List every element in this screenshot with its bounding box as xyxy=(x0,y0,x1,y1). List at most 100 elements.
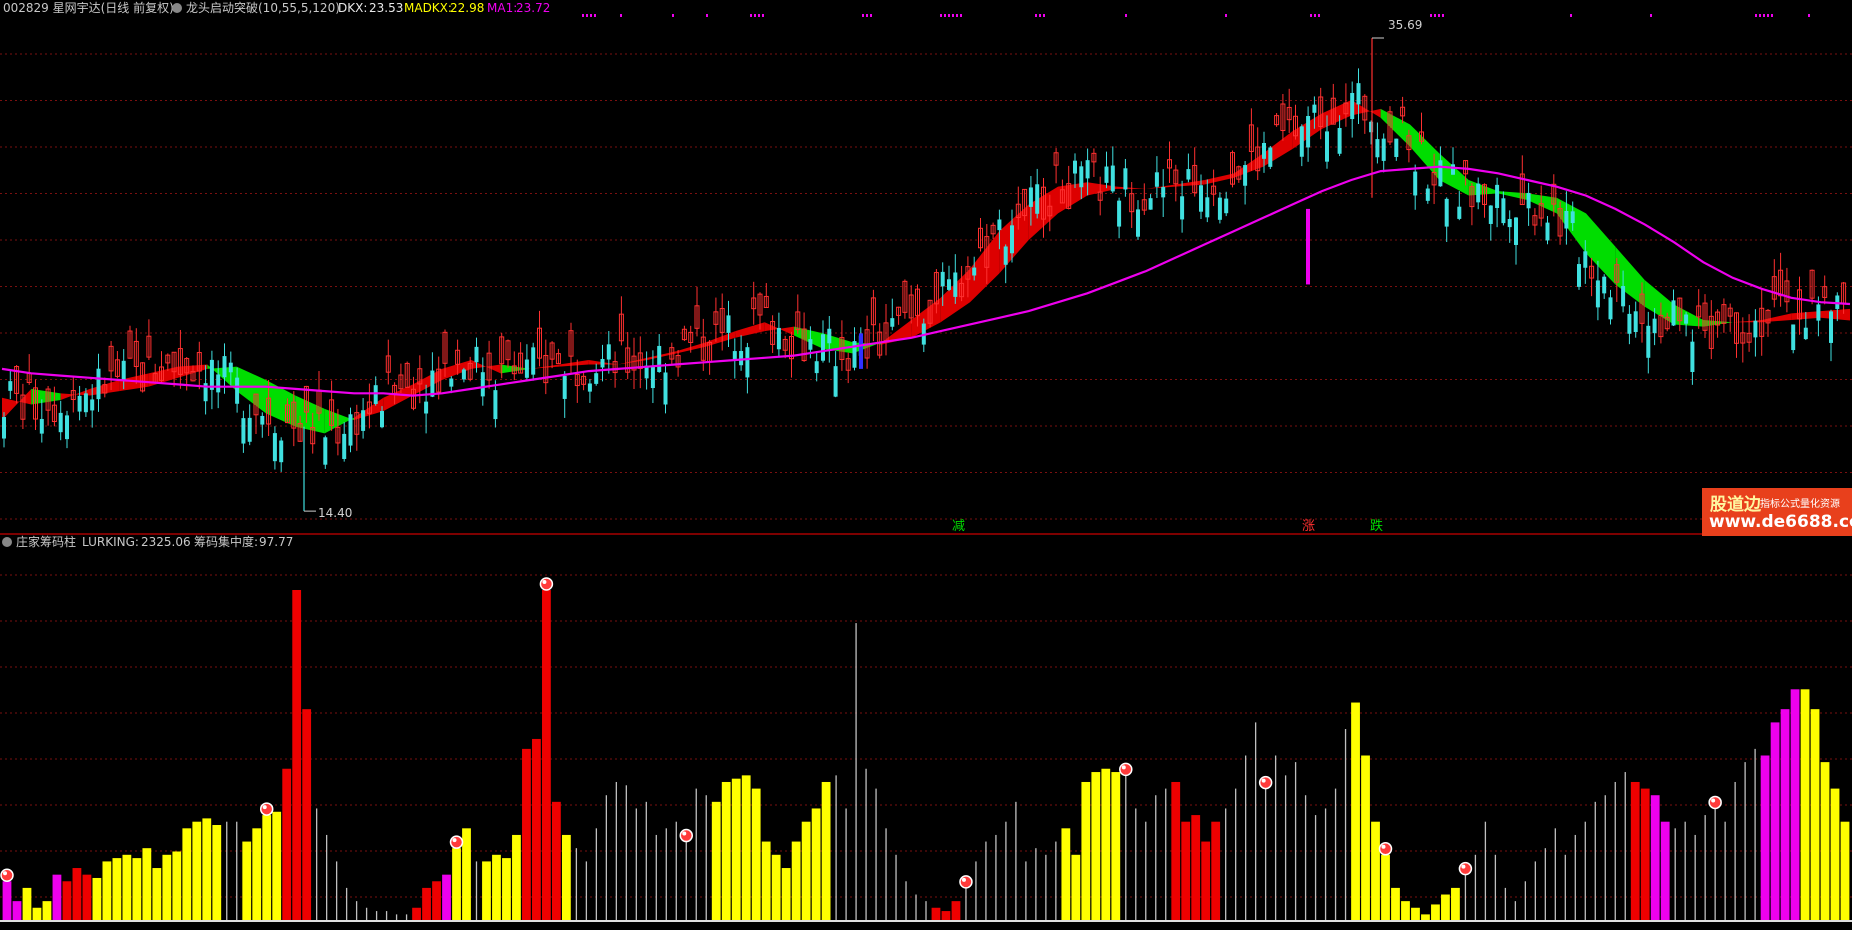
candle-body xyxy=(1425,188,1430,201)
band-segment xyxy=(1322,100,1352,129)
candle-body xyxy=(8,381,13,391)
chip-bar xyxy=(995,834,997,921)
candle-body xyxy=(1488,205,1493,224)
candle-body xyxy=(247,417,252,442)
candle-body xyxy=(821,334,825,361)
chip-bar xyxy=(1684,821,1686,921)
candle-body xyxy=(1652,318,1657,334)
chip-bar xyxy=(751,788,761,921)
candle-body xyxy=(1356,83,1361,105)
signal-dot xyxy=(1318,14,1320,17)
chip-bar xyxy=(1171,781,1181,921)
chip-bar xyxy=(452,848,461,921)
chip-bar xyxy=(685,841,687,921)
chip-bar xyxy=(1101,768,1111,921)
chip-bar xyxy=(1324,808,1327,921)
chip-bar xyxy=(192,821,202,921)
signal-dot xyxy=(1650,14,1652,17)
chip-bar xyxy=(72,868,82,921)
chip-bar xyxy=(335,861,338,921)
signal-candle-blue xyxy=(859,333,863,369)
chip-bar xyxy=(1494,854,1497,921)
chip-marker-shine xyxy=(262,805,267,810)
chip-bar xyxy=(242,841,252,921)
signal-mark-1: 减 xyxy=(952,519,965,534)
chip-bar xyxy=(1145,821,1147,921)
chip-marker-shine xyxy=(682,831,687,836)
chip-marker xyxy=(1378,842,1393,856)
chip-bar xyxy=(432,881,441,921)
chip-bar xyxy=(422,887,431,921)
chip-bar xyxy=(1025,861,1027,921)
chip-bar xyxy=(875,788,877,921)
candle-body xyxy=(947,279,951,290)
candle-body xyxy=(449,378,454,387)
chip-bar xyxy=(236,821,238,921)
signal-dot xyxy=(594,14,596,17)
candle-body xyxy=(1299,126,1304,157)
band-segment xyxy=(1586,213,1616,285)
candle-body xyxy=(1154,172,1159,187)
chip-bar xyxy=(1391,887,1400,921)
chip-bar xyxy=(122,854,132,921)
chip-bar xyxy=(645,801,647,921)
candle-body xyxy=(650,366,655,389)
candle-body xyxy=(1312,104,1317,113)
chip-bar xyxy=(561,834,571,921)
chip-bar xyxy=(905,881,907,921)
chip-bar xyxy=(811,808,821,921)
candle-body xyxy=(1243,165,1248,186)
signal-dot xyxy=(944,14,946,17)
chip-bar xyxy=(1714,808,1716,921)
chip-bar xyxy=(731,778,741,921)
chip-bar xyxy=(1401,901,1410,921)
candle-body xyxy=(1646,325,1651,358)
candle-body xyxy=(1803,327,1808,340)
candle-body xyxy=(1495,184,1500,209)
chip-bar xyxy=(102,861,112,921)
chip-bar xyxy=(615,781,617,921)
chip-bar xyxy=(965,887,967,921)
chip-bar xyxy=(1770,722,1780,921)
chip-bar xyxy=(1780,709,1790,921)
lower-indicator-toggle-icon[interactable] xyxy=(2,537,12,547)
candle-body xyxy=(235,377,240,404)
candle-body xyxy=(1117,200,1122,227)
candle-body xyxy=(1451,164,1455,175)
chip-marker-shine xyxy=(452,838,457,843)
candle-body xyxy=(953,272,958,297)
candle-body xyxy=(852,341,857,368)
candle-body xyxy=(1514,217,1518,245)
chip-bar xyxy=(1451,887,1460,921)
watermark-banner: 股道边 指标公式量化资源 www.de6688.com xyxy=(1702,488,1852,536)
chip-bar xyxy=(552,801,561,921)
candle-body xyxy=(1217,197,1222,220)
chip-bar xyxy=(1165,788,1167,921)
candle-body xyxy=(216,374,221,393)
chip-bar xyxy=(1135,808,1137,921)
band-segment xyxy=(1468,180,1498,196)
candle-body xyxy=(373,385,378,404)
chip-bar xyxy=(1005,821,1007,921)
band-segment xyxy=(618,357,648,365)
candle-body xyxy=(1161,187,1166,198)
concentration-value: 97.77 xyxy=(259,535,293,549)
candle-body xyxy=(972,267,977,276)
chip-bar xyxy=(1181,821,1191,921)
chip-marker-shine xyxy=(1261,778,1266,783)
candle-body xyxy=(348,414,353,446)
chip-marker xyxy=(1119,762,1133,777)
chip-bar xyxy=(985,841,987,921)
stock-chart[interactable]: 002829 星网宇达(日线 前复权) 龙头启动突破(10,55,5,120) … xyxy=(0,0,1852,930)
chip-bar xyxy=(262,815,272,921)
candle-body xyxy=(1602,276,1607,294)
grid-lines xyxy=(0,53,1852,898)
indicator-toggle-icon[interactable] xyxy=(172,3,182,13)
ma1-line xyxy=(1,165,1851,397)
candle-body xyxy=(1010,225,1014,254)
signal-dot xyxy=(1043,14,1045,17)
candle-body xyxy=(776,327,781,350)
candle-body xyxy=(1476,183,1481,203)
chip-bar xyxy=(1604,795,1606,921)
candle-body xyxy=(323,437,328,465)
